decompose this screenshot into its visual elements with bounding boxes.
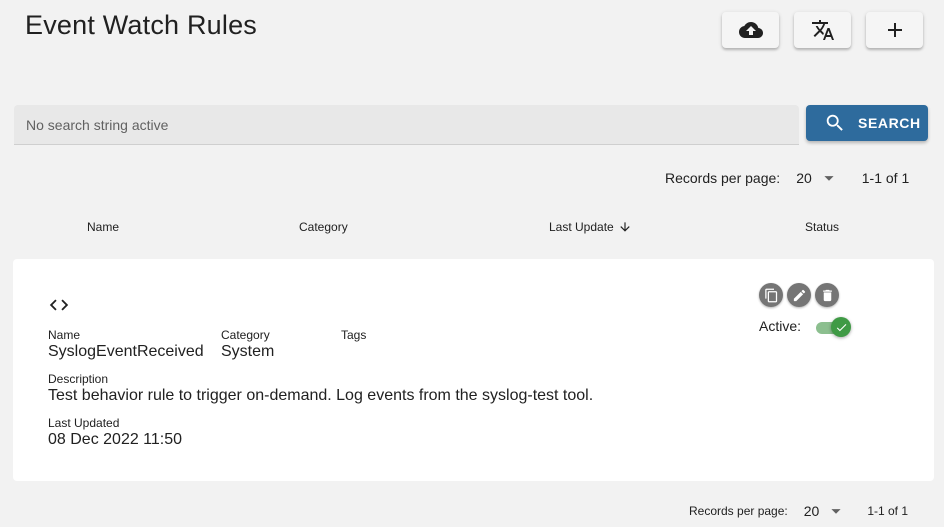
toggle-thumb (831, 317, 851, 337)
translate-button[interactable] (794, 12, 851, 48)
active-label: Active: (759, 318, 802, 334)
active-toggle[interactable] (816, 317, 851, 337)
translate-icon (811, 20, 834, 40)
rule-card: Name SyslogEventReceived Category System… (13, 259, 934, 481)
rule-name: SyslogEventReceived (48, 343, 204, 360)
search-button-label: SEARCH (858, 115, 921, 131)
rule-tags-label: Tags (341, 328, 367, 342)
dropdown-arrow-icon (831, 509, 841, 514)
search-icon (826, 114, 843, 131)
column-header-category-label: Category (299, 220, 348, 234)
search-input[interactable]: No search string active (14, 105, 799, 145)
pagination-bottom: Records per page: 20 1-1 of 1 (689, 500, 908, 522)
records-per-page-value: 20 (796, 170, 812, 186)
pencil-icon (793, 289, 805, 301)
column-header-category[interactable]: Category (299, 220, 348, 234)
pagination-top: Records per page: 20 1-1 of 1 (665, 167, 909, 189)
records-per-page-value-bottom: 20 (803, 503, 820, 519)
rule-category-label: Category (221, 328, 270, 342)
page-range: 1-1 of 1 (861, 170, 910, 186)
dropdown-arrow-icon (824, 176, 834, 181)
code-icon (48, 294, 70, 316)
delete-button[interactable] (815, 283, 839, 307)
trash-icon (822, 289, 832, 301)
records-per-page-select-bottom[interactable]: 20 (788, 500, 848, 522)
search-placeholder: No search string active (26, 116, 169, 133)
page-range-bottom: 1-1 of 1 (867, 504, 909, 518)
rule-last-updated: 08 Dec 2022 11:50 (48, 431, 183, 448)
page-title: Event Watch Rules (25, 10, 257, 40)
plus-icon (887, 23, 902, 37)
column-header-last-update[interactable]: Last Update (549, 220, 632, 234)
edit-button[interactable] (787, 283, 811, 307)
cloud-upload-icon (738, 22, 763, 38)
column-header-status[interactable]: Status (805, 220, 839, 234)
check-icon (836, 323, 846, 331)
rule-description: Test behavior rule to trigger on-demand.… (48, 387, 594, 404)
rule-last-updated-label: Last Updated (48, 416, 120, 430)
column-header-last-update-label: Last Update (549, 220, 614, 234)
add-rule-button[interactable] (866, 12, 923, 48)
search-button[interactable]: SEARCH (806, 105, 928, 141)
column-header-status-label: Status (805, 220, 840, 234)
copy-icon (764, 288, 777, 302)
rule-name-label: Name (48, 328, 81, 342)
upload-button[interactable] (722, 12, 779, 48)
column-header-name[interactable]: Name (87, 220, 119, 234)
records-per-page-select[interactable]: 20 (780, 167, 840, 189)
records-per-page-label: Records per page: (665, 170, 781, 186)
column-header-name-label: Name (87, 220, 120, 234)
sort-arrow-down-icon (620, 222, 630, 232)
records-per-page-label-bottom: Records per page: (689, 504, 788, 518)
rule-description-label: Description (48, 372, 109, 386)
rule-category: System (221, 343, 275, 360)
copy-button[interactable] (759, 283, 783, 307)
